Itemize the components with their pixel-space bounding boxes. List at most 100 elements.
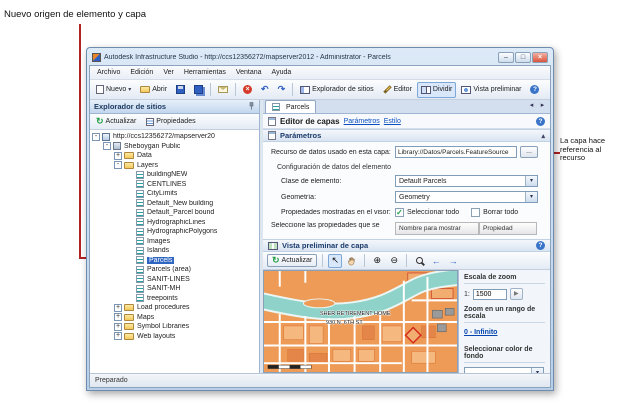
tree-item-sheboygan-public[interactable]: - Sheboygan Public — [90, 142, 259, 152]
help-icon[interactable]: ? — [536, 241, 545, 250]
tree-item-label: CityLimits — [147, 190, 178, 198]
properties-button[interactable]: Propiedades — [142, 115, 199, 128]
column-display-name[interactable]: Nombre para mostrar — [395, 222, 479, 235]
clear-all-checkbox[interactable] — [471, 208, 481, 217]
tree-item-sanit-lines[interactable]: SANIT-LINES — [90, 275, 259, 285]
tree-item-load-procedures[interactable]: + Load procedures — [90, 303, 259, 313]
menu-herramientas[interactable]: Herramientas — [179, 66, 231, 79]
select-tool-button[interactable]: ↖ — [328, 253, 343, 268]
expander-icon[interactable]: + — [114, 322, 122, 331]
zoom-in-button[interactable]: ⊕ — [370, 254, 384, 268]
expander-icon[interactable]: + — [114, 151, 122, 160]
geometry-dropdown[interactable]: Geometry ▾ — [395, 191, 538, 203]
save-all-button[interactable] — [190, 82, 207, 98]
expander-icon[interactable]: + — [114, 332, 122, 341]
expander-icon[interactable]: - — [92, 132, 100, 141]
titlebar[interactable]: Autodesk Infrastructure Studio - http://… — [89, 50, 551, 65]
tree-item-parcels-area[interactable]: Parcels (area) — [90, 265, 259, 275]
collapse-icon[interactable]: ▴ — [541, 132, 545, 140]
mail-icon — [218, 86, 229, 93]
tree-item-data[interactable]: + Data — [90, 151, 259, 161]
tab-scroll-right-button[interactable]: ▸ — [537, 101, 548, 112]
close-button[interactable]: × — [532, 52, 548, 63]
stop-button[interactable]: × — [239, 82, 256, 98]
feature-class-dropdown[interactable]: Default Parcels ▾ — [395, 175, 538, 187]
link-parametros[interactable]: Parámetros — [344, 118, 380, 125]
tree-item-default-new-building[interactable]: Default_New building — [90, 199, 259, 209]
menu-ver[interactable]: Ver — [158, 66, 179, 79]
redo-button[interactable]: ↷ — [274, 82, 290, 98]
expander-icon[interactable]: - — [103, 142, 111, 151]
tree-item-site-root[interactable]: - http://ccs12356272/mapserver20 — [90, 132, 259, 142]
menu-edicion[interactable]: Edición — [125, 66, 158, 79]
tab-scroll-left-button[interactable]: ◂ — [526, 101, 537, 112]
menu-ventana[interactable]: Ventana — [231, 66, 267, 79]
zoom-out-button[interactable]: ⊖ — [387, 254, 401, 268]
browse-button[interactable]: ... — [520, 146, 538, 158]
statusbar: Preparado — [90, 373, 550, 387]
tree-item-citylimits[interactable]: CityLimits — [90, 189, 259, 199]
expander-icon[interactable]: - — [114, 161, 122, 170]
menu-ayuda[interactable]: Ayuda — [267, 66, 297, 79]
tree-item-web-layouts[interactable]: + Web layouts — [90, 332, 259, 342]
package-button[interactable] — [214, 82, 232, 98]
help-icon[interactable]: ? — [536, 116, 545, 126]
pan-tool-button[interactable] — [345, 254, 359, 268]
column-property[interactable]: Propiedad — [479, 222, 537, 235]
link-estilo[interactable]: Estilo — [384, 118, 401, 125]
zoom-range-link[interactable]: 0 - Infinito — [464, 329, 497, 336]
help-button[interactable]: ? — [526, 82, 543, 98]
tree-item-buildingnew[interactable]: buildingNEW — [90, 170, 259, 180]
new-button[interactable]: Nuevo ▾ — [92, 82, 135, 98]
save-button[interactable] — [172, 82, 189, 98]
layer-editor-title: Editor de capas — [280, 116, 340, 126]
open-button[interactable]: Abrir — [136, 82, 171, 98]
tree-item-treepoints[interactable]: treepoints — [90, 294, 259, 304]
shown-properties-row: Propiedades mostradas en el visor: ✓ Sel… — [263, 208, 550, 217]
tree-item-maps[interactable]: + Maps — [90, 313, 259, 323]
tree-item-layers[interactable]: - Layers — [90, 161, 259, 171]
undo-button[interactable]: ↶ — [257, 82, 273, 98]
select-properties-label: Seleccione las propiedades que se — [271, 222, 380, 229]
tree-item-images[interactable]: Images — [90, 237, 259, 247]
previous-view-button[interactable]: ← — [429, 254, 443, 268]
tree-item-symbol-libraries[interactable]: + Symbol Libraries — [90, 322, 259, 332]
preview-section-header[interactable]: Vista preliminar de capa ? — [263, 239, 550, 252]
site-icon — [102, 132, 110, 141]
tree-item-sanit-mh[interactable]: SANIT-MH — [90, 284, 259, 294]
split-toggle[interactable]: Dividir — [416, 81, 457, 98]
select-all-checkbox[interactable]: ✓ — [395, 208, 404, 217]
site-explorer-toggle[interactable]: Explorador de sitios — [296, 82, 377, 98]
next-view-button[interactable]: → — [446, 254, 460, 268]
tree-item-islands[interactable]: Islands — [90, 246, 259, 256]
maximize-button[interactable]: □ — [515, 52, 531, 63]
menu-archivo[interactable]: Archivo — [92, 66, 125, 79]
tab-parcels[interactable]: Parcels — [265, 100, 317, 113]
layer-icon — [136, 275, 144, 284]
folder-icon — [124, 332, 134, 340]
pin-icon[interactable] — [248, 101, 255, 112]
editor-toggle[interactable]: Editor — [379, 82, 416, 98]
site-explorer-header: Explorador de sitios — [90, 100, 259, 114]
zoom-window-button[interactable] — [412, 254, 426, 268]
tree-item-parcels[interactable]: Parcels — [90, 256, 259, 266]
preview-section-title: Vista preliminar de capa — [282, 241, 369, 250]
parametros-section-header[interactable]: Parámetros ▴ — [263, 129, 550, 142]
chevron-down-icon[interactable]: ▾ — [525, 176, 537, 186]
preview-toggle[interactable]: Vista preliminar — [457, 82, 525, 98]
chevron-down-icon[interactable]: ▾ — [525, 192, 537, 202]
map-canvas[interactable]: SHER RETIREMENT HOME 930 N. 6TH ST. — [263, 270, 458, 373]
resource-input[interactable] — [395, 146, 517, 158]
tree-item-hydrographicpolygons[interactable]: HydrographicPolygons — [90, 227, 259, 237]
minimize-button[interactable]: – — [498, 52, 514, 63]
refresh-button[interactable]: ↻ Actualizar — [92, 115, 140, 128]
expander-icon[interactable]: + — [114, 313, 122, 322]
tree-item-default-parcel-bound[interactable]: Default_Parcel bound — [90, 208, 259, 218]
expander-icon[interactable]: + — [114, 303, 122, 312]
map-refresh-button[interactable]: ↻ Actualizar — [267, 254, 318, 267]
app-window: Autodesk Infrastructure Studio - http://… — [86, 47, 554, 391]
tree-item-centlines[interactable]: CENTLINES — [90, 180, 259, 190]
apply-scale-button[interactable]: ▶ — [509, 288, 523, 300]
scale-input[interactable] — [472, 288, 507, 300]
tree-item-hydrographiclines[interactable]: HydrographicLines — [90, 218, 259, 228]
